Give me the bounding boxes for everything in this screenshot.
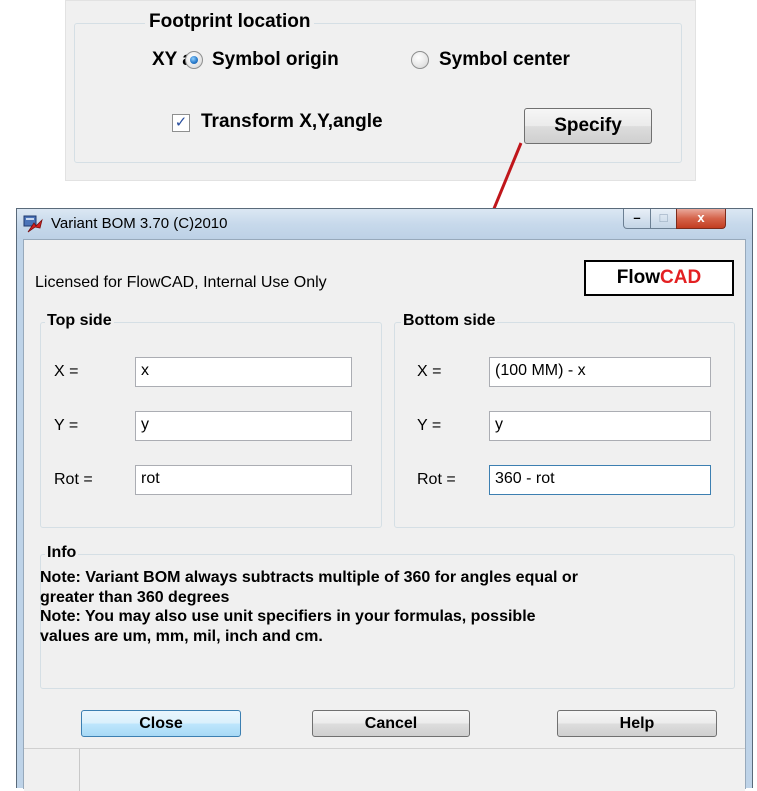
symbol-center-label[interactable]: Symbol center: [439, 49, 570, 71]
top-rot-input[interactable]: rot: [135, 465, 352, 495]
close-button[interactable]: Close: [81, 710, 241, 737]
transform-label[interactable]: Transform X,Y,angle: [201, 111, 383, 133]
maximize-button[interactable]: □: [650, 209, 677, 229]
variant-bom-app-icon: [23, 215, 43, 233]
bottom-side-group: Bottom side X = (100 MM) - x Y = y Rot =…: [394, 312, 735, 528]
logo-cad-text: CAD: [660, 267, 702, 288]
status-bar: [24, 748, 745, 791]
maximize-icon: □: [659, 210, 668, 225]
bottom-y-input[interactable]: y: [489, 411, 711, 441]
transform-checkbox[interactable]: ✓: [172, 114, 190, 132]
minimize-button[interactable]: –: [623, 209, 651, 229]
top-x-label: X =: [54, 363, 79, 380]
bottom-x-label: X =: [417, 363, 442, 380]
top-x-input[interactable]: x: [135, 357, 352, 387]
top-y-input[interactable]: y: [135, 411, 352, 441]
variant-bom-window: Variant BOM 3.70 (C)2010 – □ x Licensed …: [16, 208, 753, 791]
info-line: values are um, mm, mil, inch and cm.: [40, 627, 323, 645]
info-title: Info: [45, 544, 79, 562]
license-text: Licensed for FlowCAD, Internal Use Only: [35, 274, 327, 291]
info-line: Note: Variant BOM always subtracts multi…: [40, 569, 578, 586]
flowcad-logo: FlowCAD: [584, 260, 734, 296]
info-line: Note: You may also use unit specifiers i…: [40, 608, 536, 625]
top-y-label: Y =: [54, 417, 79, 434]
minimize-icon: –: [633, 210, 641, 225]
top-side-title: Top side: [45, 312, 114, 330]
symbol-origin-radio[interactable]: [185, 51, 203, 69]
symbol-origin-label[interactable]: Symbol origin: [212, 49, 339, 71]
specify-button[interactable]: Specify: [524, 108, 652, 144]
status-bar-segment: [24, 749, 80, 791]
bottom-x-input[interactable]: (100 MM) - x: [489, 357, 711, 387]
close-window-button[interactable]: x: [676, 209, 726, 229]
title-bar[interactable]: Variant BOM 3.70 (C)2010 – □ x: [17, 209, 752, 239]
top-side-group: Top side X = x Y = y Rot = rot: [40, 312, 382, 528]
bottom-side-title: Bottom side: [401, 312, 498, 330]
help-button[interactable]: Help: [557, 710, 717, 737]
top-rot-label: Rot =: [54, 471, 93, 488]
info-text: Note: Variant BOM always subtracts multi…: [40, 568, 730, 646]
info-line: greater than 360 degrees: [40, 588, 230, 606]
close-icon: x: [697, 210, 705, 225]
symbol-center-radio[interactable]: [411, 51, 429, 69]
footprint-location-snippet: Footprint location XY at Symbol origin S…: [65, 0, 696, 181]
bottom-y-label: Y =: [417, 417, 442, 434]
bottom-rot-input[interactable]: 360 - rot: [489, 465, 711, 495]
bottom-rot-label: Rot =: [417, 471, 456, 488]
footprint-location-title: Footprint location: [145, 11, 315, 33]
logo-flow-text: Flow: [616, 267, 661, 288]
window-title: Variant BOM 3.70 (C)2010: [51, 215, 228, 232]
dialog-client-area: Licensed for FlowCAD, Internal Use Only …: [23, 239, 746, 791]
cancel-button[interactable]: Cancel: [312, 710, 470, 737]
